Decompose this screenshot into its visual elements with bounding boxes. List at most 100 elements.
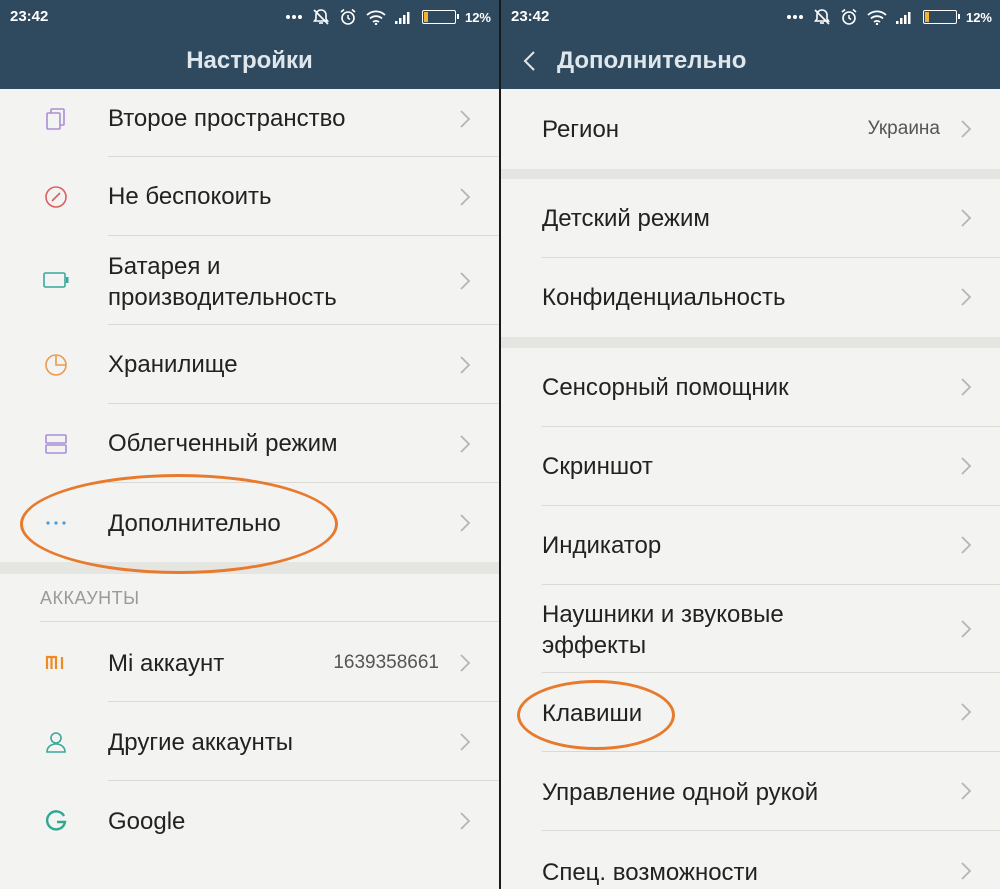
- chevron-right-icon: [961, 782, 972, 800]
- settings-item-battery[interactable]: Батарея и производительность: [0, 236, 499, 325]
- more-dots-icon: [285, 15, 302, 19]
- chevron-right-icon: [460, 435, 471, 453]
- region-value: Украина: [867, 118, 940, 139]
- person-icon: [42, 728, 70, 756]
- bell-muted-icon: [813, 9, 831, 25]
- bell-muted-icon: [312, 9, 330, 25]
- signal-icon: [394, 12, 410, 24]
- status-icons: 12%: [285, 6, 491, 28]
- battery-icon: [922, 10, 960, 24]
- settings-item-label: Дополнительно: [108, 510, 281, 537]
- settings-item-screenshot[interactable]: Скриншот: [501, 427, 1000, 506]
- section-header-accounts: АККАУНТЫ: [40, 588, 140, 608]
- settings-item-do-not-disturb[interactable]: Не беспокоить: [0, 157, 499, 236]
- title-bar: Настройки: [0, 34, 499, 89]
- settings-item-second-space[interactable]: Второе пространство: [0, 89, 499, 157]
- chevron-right-icon: [460, 654, 471, 672]
- mi-logo-icon: [42, 649, 70, 677]
- settings-item-indicator[interactable]: Индикатор: [501, 506, 1000, 585]
- battery-icon: [42, 266, 70, 294]
- settings-item-label: Регион: [542, 116, 620, 143]
- settings-item-label: Спец. возможности: [542, 859, 758, 886]
- chevron-right-icon: [460, 356, 471, 374]
- settings-item-touch-assistant[interactable]: Сенсорный помощник: [501, 348, 1000, 427]
- account-id: 1639358661: [333, 652, 439, 673]
- settings-item-privacy[interactable]: Конфиденциальность: [501, 258, 1000, 337]
- status-icons: 12%: [786, 6, 992, 28]
- settings-screen: 23:42 12% Настройки Второе пространство …: [0, 0, 499, 889]
- back-arrow-icon[interactable]: [515, 44, 545, 78]
- more-dots-icon: [42, 509, 70, 537]
- chevron-right-icon: [460, 812, 471, 830]
- account-item-google[interactable]: Google: [0, 781, 499, 861]
- settings-item-label-line1: Батарея и: [108, 253, 221, 280]
- lite-mode-icon: [42, 430, 70, 458]
- section-separator: [0, 562, 499, 574]
- settings-item-region[interactable]: Регион Украина: [501, 89, 1000, 169]
- settings-item-label: Сенсорный помощник: [542, 374, 789, 401]
- second-space-icon: [42, 105, 70, 133]
- title-bar: Дополнительно: [501, 34, 1000, 89]
- wifi-icon: [867, 10, 887, 25]
- chevron-right-icon: [961, 620, 972, 638]
- page-title: Дополнительно: [557, 47, 747, 74]
- settings-item-label-line2: производительность: [108, 284, 337, 311]
- alarm-icon: [340, 8, 356, 25]
- section-separator: [501, 337, 1000, 348]
- settings-item-label: Управление одной рукой: [542, 779, 819, 806]
- settings-item-label-line1: Наушники и звуковые: [542, 601, 784, 628]
- settings-item-label: Клавиши: [542, 700, 643, 727]
- account-item-mi[interactable]: Mi аккаунт 1639358661: [0, 622, 499, 702]
- settings-item-label: Конфиденциальность: [542, 284, 786, 311]
- section-separator: [501, 169, 1000, 179]
- chevron-right-icon: [460, 514, 471, 532]
- settings-item-headphones[interactable]: Наушники и звуковые эффекты: [501, 585, 1000, 673]
- do-not-disturb-icon: [42, 183, 70, 211]
- status-bar: 23:42 12%: [501, 0, 1000, 34]
- settings-item-buttons[interactable]: Клавиши: [501, 673, 1000, 752]
- alarm-icon: [841, 8, 857, 25]
- status-time: 23:42: [10, 8, 49, 25]
- settings-item-label: Не беспокоить: [108, 183, 272, 210]
- settings-item-label: Детский режим: [542, 205, 710, 232]
- google-g-icon: [42, 807, 70, 835]
- chevron-right-icon: [460, 733, 471, 751]
- chevron-right-icon: [961, 288, 972, 306]
- wifi-icon: [366, 10, 386, 25]
- settings-item-one-handed[interactable]: Управление одной рукой: [501, 752, 1000, 831]
- chevron-right-icon: [961, 457, 972, 475]
- settings-item-label: Индикатор: [542, 532, 662, 559]
- settings-item-storage[interactable]: Хранилище: [0, 325, 499, 404]
- storage-icon: [42, 351, 70, 379]
- chevron-right-icon: [961, 536, 972, 554]
- settings-item-label: Второе пространство: [108, 105, 346, 132]
- account-label: Другие аккаунты: [108, 729, 293, 756]
- chevron-right-icon: [961, 862, 972, 880]
- chevron-right-icon: [961, 209, 972, 227]
- settings-item-lite-mode[interactable]: Облегченный режим: [0, 404, 499, 483]
- account-label: Google: [108, 808, 186, 835]
- status-bar: 23:42 12%: [0, 0, 499, 34]
- battery-percent: 12%: [965, 9, 992, 25]
- chevron-right-icon: [460, 272, 471, 290]
- page-title: Настройки: [186, 47, 313, 74]
- settings-item-additional[interactable]: Дополнительно: [0, 483, 499, 562]
- settings-item-label-line2: эффекты: [542, 632, 647, 659]
- chevron-right-icon: [961, 703, 972, 721]
- more-dots-icon: [786, 15, 803, 19]
- status-time: 23:42: [511, 8, 550, 25]
- settings-item-accessibility[interactable]: Спец. возможности: [501, 831, 1000, 889]
- settings-item-kids-mode[interactable]: Детский режим: [501, 179, 1000, 258]
- signal-icon: [895, 12, 911, 24]
- chevron-right-icon: [460, 188, 471, 206]
- settings-item-label: Хранилище: [108, 351, 238, 378]
- account-item-other[interactable]: Другие аккаунты: [0, 702, 499, 781]
- battery-icon: [421, 10, 459, 24]
- battery-fill: [924, 12, 929, 22]
- chevron-right-icon: [961, 378, 972, 396]
- settings-item-label: Облегченный режим: [108, 430, 338, 457]
- chevron-right-icon: [460, 110, 471, 128]
- account-label: Mi аккаунт: [108, 650, 225, 677]
- battery-percent: 12%: [464, 9, 491, 25]
- chevron-right-icon: [961, 120, 972, 138]
